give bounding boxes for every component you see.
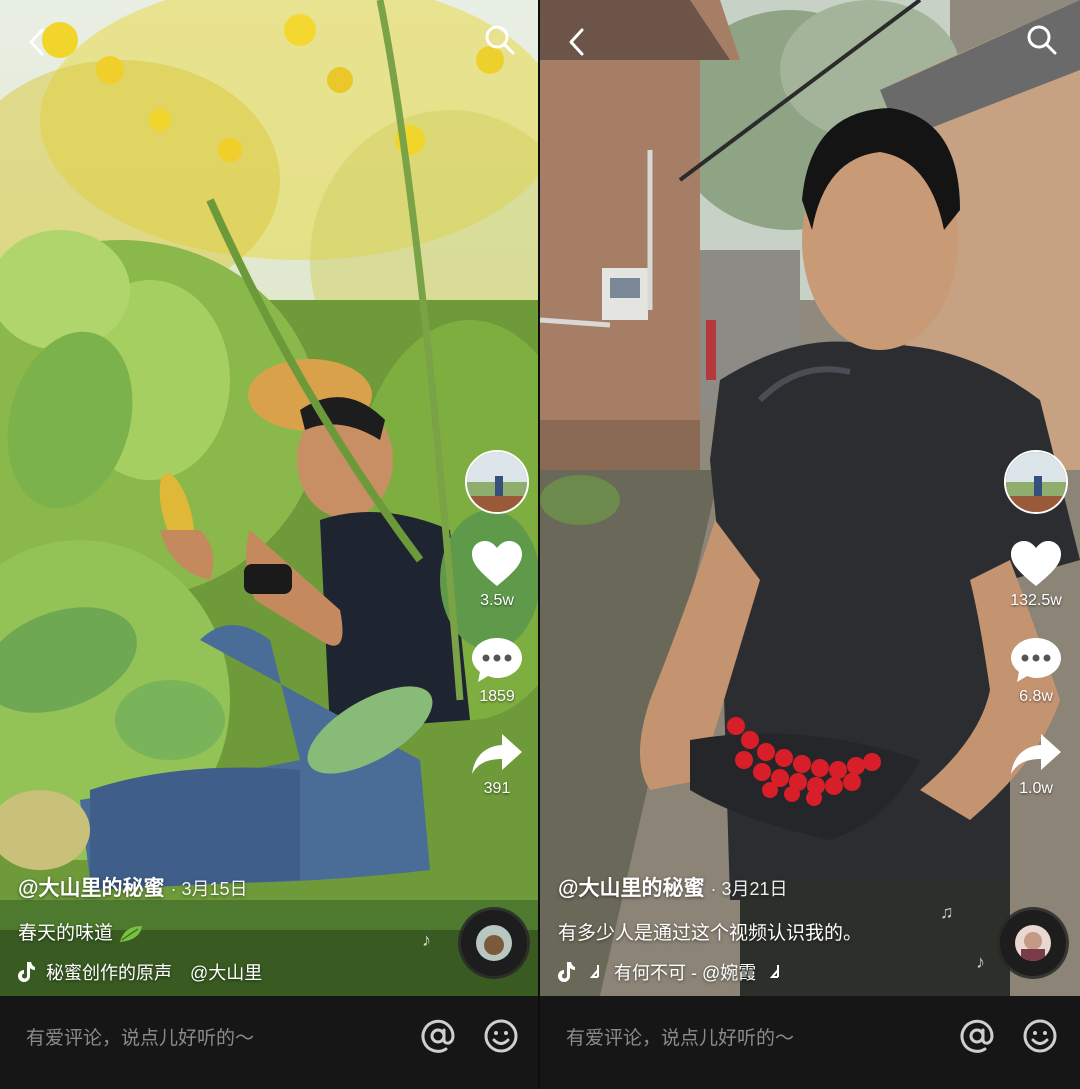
tiktok-note-icon <box>558 962 575 982</box>
search-icon <box>1027 25 1057 55</box>
at-icon <box>960 1019 994 1053</box>
heart-icon <box>1011 541 1061 586</box>
comment-input[interactable] <box>24 1018 388 1060</box>
share-count: 391 <box>483 780 511 797</box>
chevron-left-icon <box>569 28 584 56</box>
comment-button[interactable]: 6.8w <box>1009 636 1063 706</box>
music-note-icon: ♫ <box>940 902 954 922</box>
video-frame-rapeseed-field <box>0 0 538 996</box>
emoji-button[interactable] <box>1020 1016 1060 1056</box>
disc-cover <box>1015 925 1051 961</box>
author-name[interactable]: @大山里的秘蜜 · 3月21日 <box>558 872 862 902</box>
disc-cover <box>476 925 512 961</box>
at-icon <box>421 1019 455 1053</box>
comment-count: 6.8w <box>1019 688 1053 705</box>
music-title: 有何不可 - @婉霞 <box>614 963 757 983</box>
video-info-right: @大山里的秘蜜 · 3月21日 有多少人是通过这个视频认识我的。 有何不可 - @… <box>558 872 862 985</box>
video-caption: 春天的味道 <box>18 918 262 945</box>
post-date: · 3月15日 <box>170 879 248 899</box>
share-button[interactable]: 391 <box>470 732 524 798</box>
video-info-left: @大山里的秘蜜 · 3月15日 春天的味道 秘蜜创作的原声 @大山里 <box>18 872 262 985</box>
author-name[interactable]: @大山里的秘蜜 · 3月15日 <box>18 872 262 902</box>
emoji-icon <box>1023 1019 1057 1053</box>
mention-button[interactable] <box>418 1016 458 1056</box>
music-title: 秘蜜创作的原声 @大山里 <box>46 963 263 983</box>
disc-cover-image <box>476 925 512 961</box>
music-info[interactable]: 有何不可 - @婉霞 <box>558 959 862 985</box>
scroll-marker-icon <box>770 965 780 978</box>
action-rail-right: 132.5w 6.8w 1.0w <box>1000 450 1072 798</box>
music-info[interactable]: 秘蜜创作的原声 @大山里 <box>18 959 262 985</box>
leaf-emoji-icon <box>120 925 143 942</box>
comment-bubble-icon <box>472 638 522 682</box>
video-panel-left[interactable]: 3.5w 1859 391 @大山里的秘蜜 · 3月15日 春天的味道 秘蜜创作的… <box>0 0 538 1089</box>
like-button[interactable]: 3.5w <box>470 540 524 610</box>
share-arrow-icon <box>1011 734 1061 774</box>
video-player-left[interactable] <box>0 0 538 996</box>
emoji-button[interactable] <box>481 1016 521 1056</box>
chevron-left-icon <box>29 28 44 56</box>
like-count: 132.5w <box>1010 592 1062 609</box>
music-disc[interactable] <box>1000 910 1066 976</box>
avatar-image <box>467 452 527 512</box>
like-count: 3.5w <box>480 592 514 609</box>
video-frame-rainy-village <box>540 0 1080 996</box>
video-panel-right[interactable]: 132.5w 6.8w 1.0w @大山里的秘蜜 · 3月21日 有多少人是通过这… <box>540 0 1080 1089</box>
comment-bar-left <box>0 996 538 1089</box>
comment-count: 1859 <box>479 688 515 705</box>
heart-icon <box>472 541 522 586</box>
video-player-right[interactable] <box>540 0 1080 996</box>
like-button[interactable]: 132.5w <box>1009 540 1063 610</box>
search-button[interactable] <box>482 22 518 58</box>
author-avatar[interactable] <box>465 450 529 514</box>
tiktok-note-icon <box>18 962 35 982</box>
comment-bar-right <box>540 996 1080 1089</box>
share-count: 1.0w <box>1019 780 1053 797</box>
comment-input[interactable] <box>564 1018 928 1060</box>
music-note-icon: ♪ <box>976 952 985 972</box>
comment-button[interactable]: 1859 <box>470 636 524 706</box>
search-icon <box>485 25 515 55</box>
mention-button[interactable] <box>957 1016 997 1056</box>
search-button[interactable] <box>1024 22 1060 58</box>
disc-cover-image <box>1015 925 1051 961</box>
back-button[interactable] <box>18 24 54 60</box>
share-arrow-icon <box>472 734 522 774</box>
back-button[interactable] <box>558 24 594 60</box>
action-rail-left: 3.5w 1859 391 <box>461 450 533 798</box>
emoji-icon <box>484 1019 518 1053</box>
music-note-icon: ♪ <box>422 930 431 950</box>
music-disc[interactable] <box>461 910 527 976</box>
comment-bubble-icon <box>1011 638 1061 682</box>
scroll-marker-icon <box>589 965 599 978</box>
video-caption: 有多少人是通过这个视频认识我的。 <box>558 923 863 944</box>
post-date: · 3月21日 <box>710 879 788 899</box>
author-avatar[interactable] <box>1004 450 1068 514</box>
avatar-image <box>1006 452 1066 512</box>
share-button[interactable]: 1.0w <box>1009 732 1063 798</box>
